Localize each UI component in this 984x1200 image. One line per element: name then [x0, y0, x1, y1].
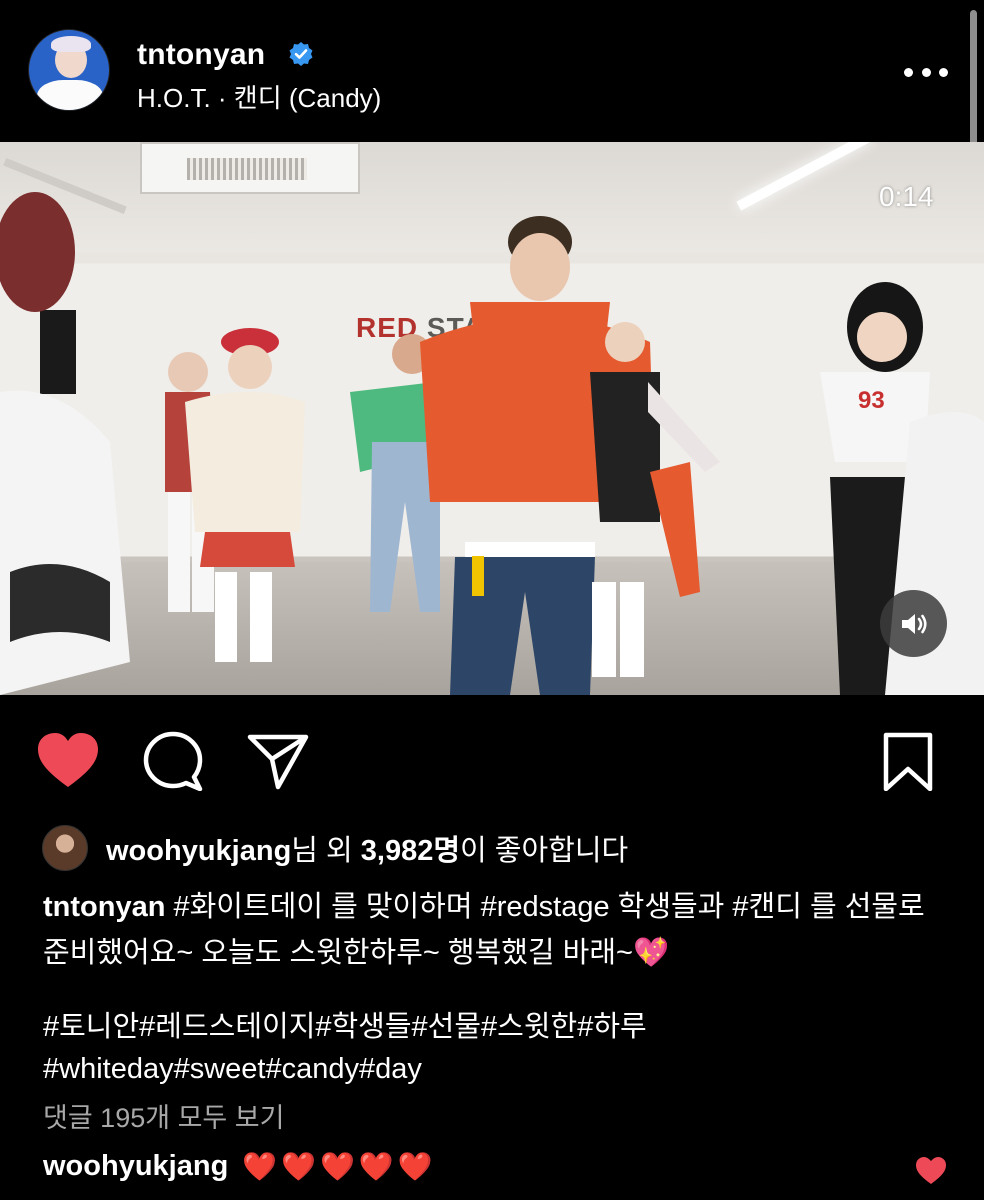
- likes-summary[interactable]: woohyukjang님 외 3,982명이 좋아합니다: [42, 825, 628, 871]
- video-dancers: 93: [0, 192, 984, 695]
- avatar-figure-hair: [51, 36, 91, 52]
- profile-avatar[interactable]: [28, 29, 110, 111]
- comment-icon[interactable]: [142, 731, 206, 791]
- likes-count[interactable]: 3,982명: [361, 835, 460, 867]
- liker-avatar[interactable]: [42, 825, 88, 871]
- heart-filled-icon[interactable]: [36, 731, 100, 791]
- view-all-comments-link[interactable]: 댓글 195개 모두 보기: [43, 1096, 284, 1135]
- top-comment: woohyukjang ❤️❤️❤️❤️❤️: [43, 1150, 437, 1183]
- more-dot: [921, 67, 931, 77]
- liker-username[interactable]: woohyukjang: [106, 835, 291, 867]
- svg-text:93: 93: [858, 387, 885, 414]
- comment-like-heart-icon[interactable]: [914, 1156, 948, 1186]
- hashtags-line-1[interactable]: #토니안#레드스테이지#학생들#선물#스윗한#하루: [43, 1006, 943, 1048]
- caption-text: #화이트데이 를 맞이하며 #redstage 학생들과 #캔디 를 선물로 준…: [43, 891, 925, 969]
- speaker-icon: [901, 613, 927, 634]
- hashtags-line-2[interactable]: #whiteday#sweet#candy#day: [43, 1048, 943, 1090]
- likes-text-end: 이 좋아합니다: [460, 835, 629, 867]
- more-options-icon[interactable]: [904, 62, 948, 82]
- post-header: tntonyan H.O.T. · 캔디 (Candy): [0, 0, 984, 142]
- likes-text: woohyukjang님 외 3,982명이 좋아합니다: [106, 827, 628, 869]
- comment-username[interactable]: woohyukjang: [43, 1150, 228, 1183]
- send-icon[interactable]: [246, 731, 310, 791]
- verified-badge-icon: [289, 42, 313, 66]
- post-username[interactable]: tntonyan: [137, 38, 265, 72]
- sound-toggle-button[interactable]: [880, 590, 947, 657]
- post-caption: tntonyan #화이트데이 를 맞이하며 #redstage 학생들과 #캔…: [43, 884, 943, 976]
- likes-text-mid: 님 외: [291, 835, 361, 867]
- caption-hashtags: #토니안#레드스테이지#학생들#선물#스윗한#하루 #whiteday#swee…: [43, 1006, 943, 1090]
- avatar-figure-shirt: [37, 80, 103, 110]
- more-dot: [904, 67, 913, 77]
- bookmark-icon[interactable]: [878, 731, 942, 791]
- audio-track-label[interactable]: H.O.T. · 캔디 (Candy): [137, 78, 381, 115]
- more-dot: [939, 67, 948, 77]
- video-timestamp: 0:14: [879, 181, 934, 212]
- caption-username[interactable]: tntonyan: [43, 891, 165, 923]
- post-actions-bar: [0, 695, 984, 815]
- comment-text: ❤️❤️❤️❤️❤️: [242, 1151, 437, 1182]
- video-player[interactable]: RED STA 93 0:14: [0, 142, 984, 695]
